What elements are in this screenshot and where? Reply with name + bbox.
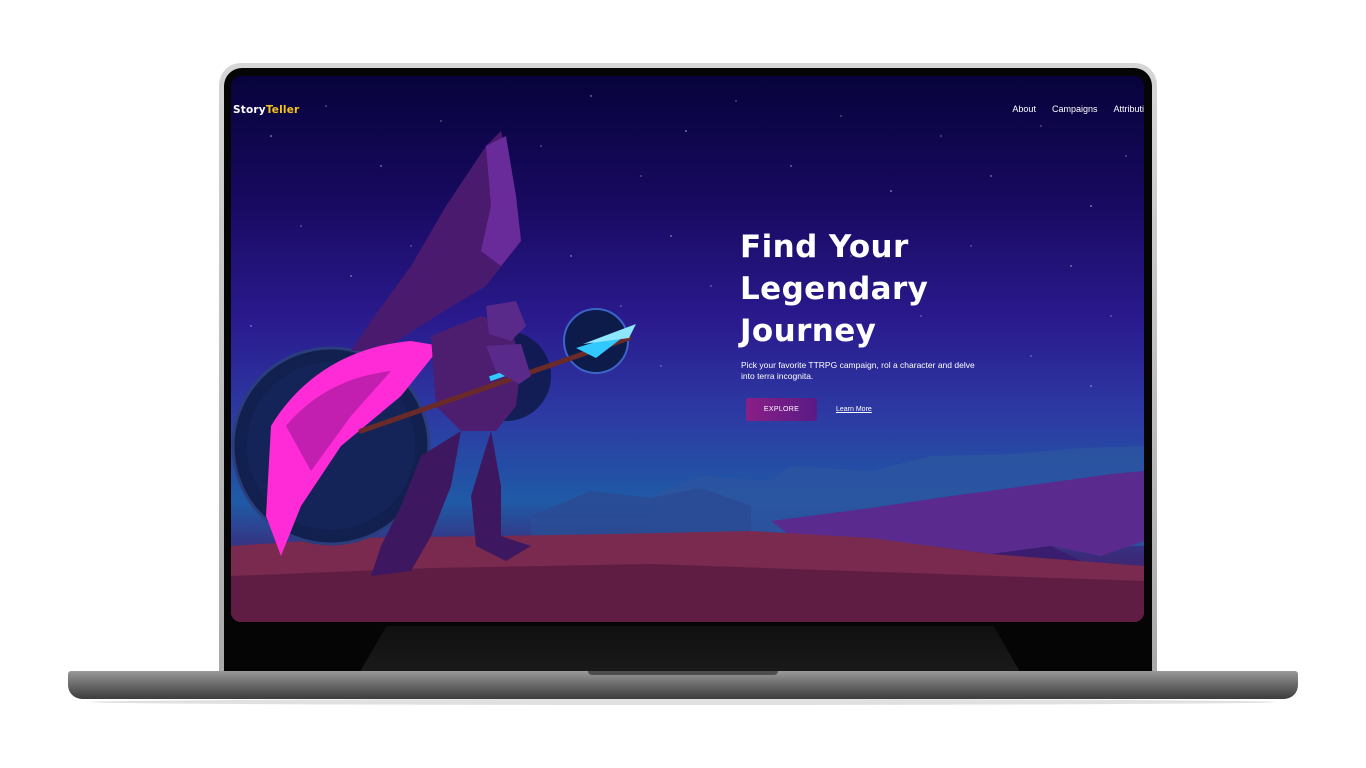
logo-text-story: Story — [233, 104, 266, 116]
explore-button[interactable]: EXPLORE — [746, 398, 817, 421]
laptop-base — [68, 671, 1298, 699]
keyboard-reflection — [360, 626, 1020, 672]
nav-link-campaigns[interactable]: Campaigns — [1052, 104, 1098, 114]
laptop-notch — [588, 671, 778, 675]
hero-title: Find Your Legendary Journey — [740, 226, 1070, 352]
nav-link-attributions[interactable]: Attributi — [1113, 104, 1144, 114]
screen: StoryTeller About Campaigns Attributi Fi… — [231, 76, 1144, 622]
hero-title-line-1: Find Your — [740, 229, 909, 265]
nav-link-about[interactable]: About — [1012, 104, 1036, 114]
learn-more-link[interactable]: Learn More — [836, 406, 872, 413]
logo-text-teller: Teller — [265, 104, 300, 116]
hero-actions: EXPLORE Learn More — [746, 398, 1070, 421]
laptop-shadow — [90, 699, 1276, 705]
top-nav: About Campaigns Attributi — [1012, 104, 1144, 114]
hero-section: Find Your Legendary Journey Pick your fa… — [740, 226, 1070, 421]
hero-subtitle: Pick your favorite TTRPG campaign, rol a… — [741, 360, 975, 381]
site-logo[interactable]: StoryTeller — [233, 104, 299, 116]
hero-title-line-2: Legendary Journey — [740, 271, 929, 349]
